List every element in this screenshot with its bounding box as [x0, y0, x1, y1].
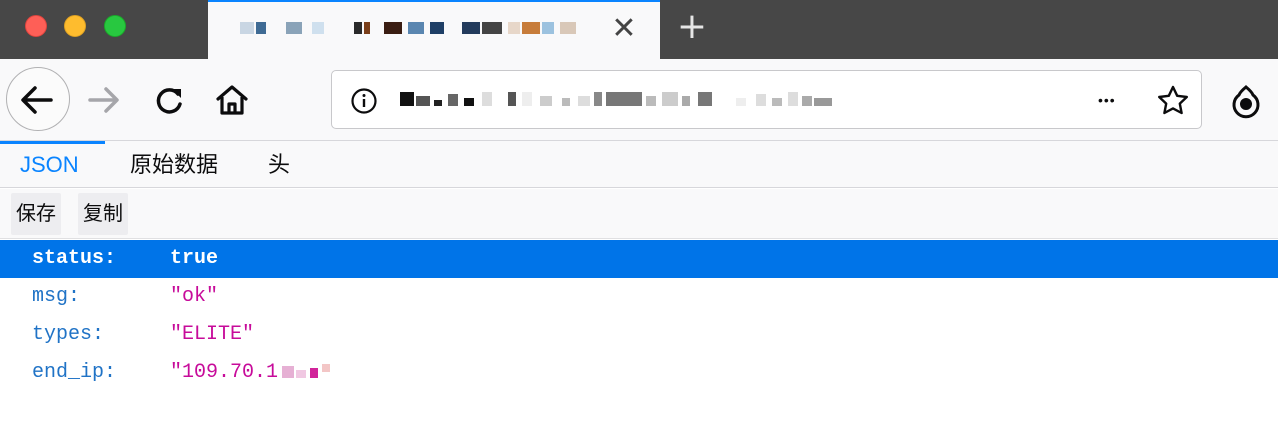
window-minimize-button[interactable]: [64, 15, 86, 37]
json-row-msg[interactable]: msg: "ok": [0, 278, 1278, 316]
json-value: true: [170, 247, 219, 270]
json-key: msg:: [32, 285, 81, 308]
url-text-redacted: [400, 89, 870, 111]
window-close-button[interactable]: [25, 15, 47, 37]
navigation-toolbar: •••: [0, 59, 1278, 141]
tab-json[interactable]: JSON: [0, 141, 105, 188]
json-viewer-tabs: JSON 原始数据 头: [0, 141, 1278, 188]
json-key: end_ip:: [32, 361, 117, 384]
reload-icon[interactable]: [152, 83, 186, 117]
active-tab-indicator: [208, 0, 660, 2]
address-bar[interactable]: •••: [331, 70, 1202, 129]
json-row-status[interactable]: status: true: [0, 240, 1278, 278]
new-tab-icon[interactable]: +: [676, 9, 708, 45]
json-tree: status: true msg: "ok" types: "ELITE" en…: [0, 240, 1278, 392]
json-toolbar: 保存 复制: [0, 189, 1278, 239]
json-value: "ok": [170, 285, 219, 308]
copy-button[interactable]: 复制: [78, 193, 128, 235]
back-arrow-icon: [21, 86, 53, 114]
home-icon[interactable]: [214, 82, 250, 118]
tab-close-icon[interactable]: ✕: [611, 14, 637, 44]
json-row-end-ip[interactable]: end_ip: "109.70.1: [0, 354, 1278, 392]
json-key: status:: [32, 247, 117, 270]
info-icon[interactable]: [350, 87, 378, 115]
forward-arrow-icon[interactable]: [86, 84, 122, 116]
tab-raw-data[interactable]: 原始数据: [130, 141, 218, 188]
ip-redaction: [280, 363, 332, 380]
tab-headers[interactable]: 头: [268, 141, 290, 188]
back-button[interactable]: [6, 67, 70, 131]
json-key: types:: [32, 323, 105, 346]
extension-icon[interactable]: [1229, 83, 1263, 119]
tab-title-redacted: [232, 18, 592, 40]
json-value-wrap: "109.70.1: [170, 354, 332, 392]
json-value: "109.70.1: [170, 361, 279, 384]
json-value: "ELITE": [170, 323, 255, 346]
bookmark-star-icon[interactable]: [1156, 84, 1190, 116]
json-row-types[interactable]: types: "ELITE": [0, 316, 1278, 354]
save-button[interactable]: 保存: [11, 193, 61, 235]
title-bar: ✕ +: [0, 0, 1278, 59]
more-actions-icon[interactable]: •••: [1098, 85, 1116, 115]
window-maximize-button[interactable]: [104, 15, 126, 37]
